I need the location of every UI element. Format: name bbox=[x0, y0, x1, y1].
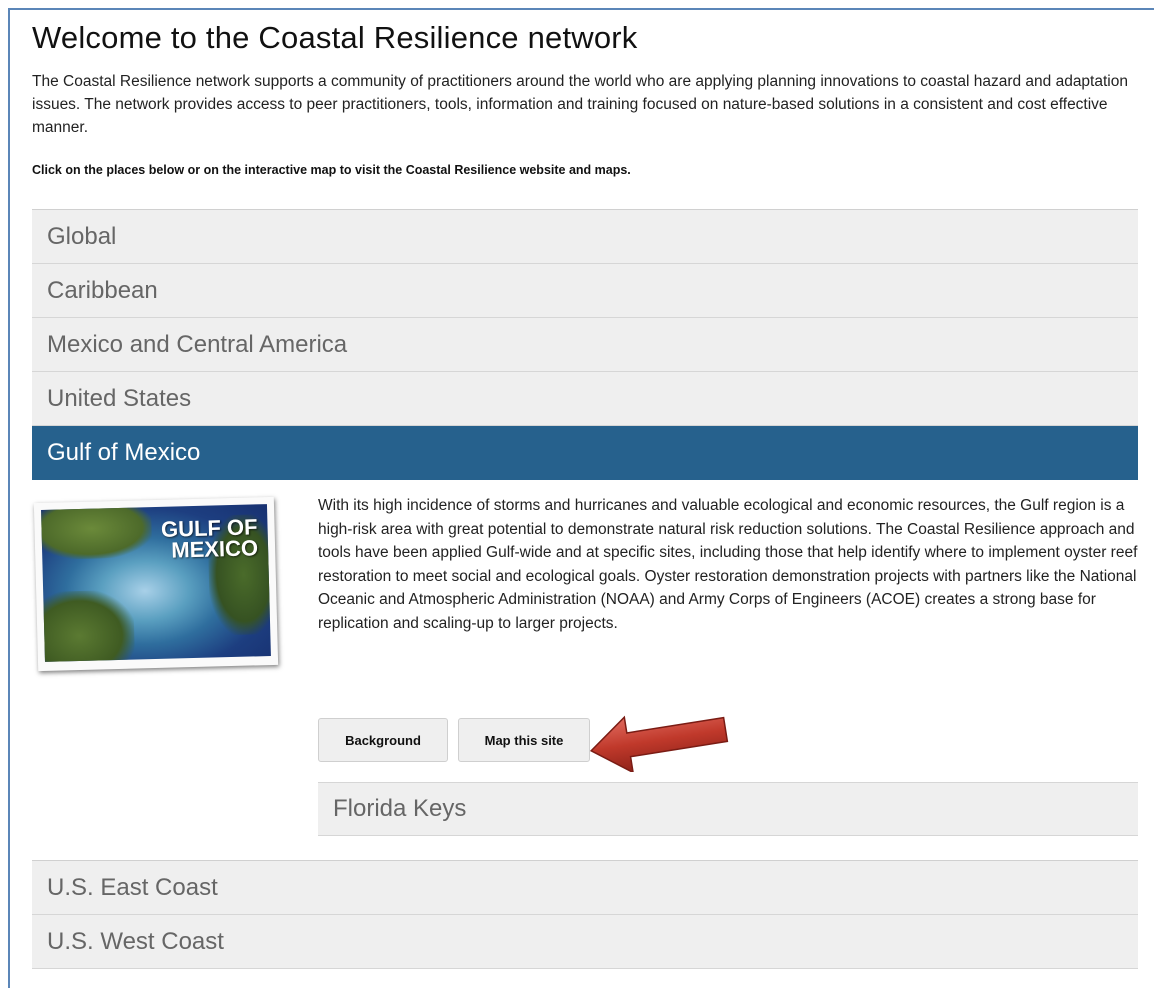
gulf-satellite-map: GULF OF MEXICO bbox=[41, 504, 271, 662]
background-button[interactable]: Background bbox=[318, 718, 448, 762]
accordion-item-global[interactable]: Global bbox=[32, 210, 1138, 264]
map-this-site-button[interactable]: Map this site bbox=[458, 718, 590, 762]
gulf-of-mexico-image: GULF OF MEXICO bbox=[33, 496, 279, 672]
accordion-item-us-west-coast[interactable]: U.S. West Coast bbox=[32, 915, 1138, 969]
red-arrow-icon bbox=[589, 715, 729, 772]
page-title: Welcome to the Coastal Resilience networ… bbox=[32, 20, 638, 55]
gulf-of-mexico-panel: GULF OF MEXICO With its high incidence o… bbox=[32, 480, 1138, 860]
places-accordion: Global Caribbean Mexico and Central Amer… bbox=[32, 209, 1138, 969]
instruction-text: Click on the places below or on the inte… bbox=[32, 163, 631, 177]
accordion-item-gulf-of-mexico[interactable]: Gulf of Mexico bbox=[32, 426, 1138, 480]
accordion-item-mexico-central-america[interactable]: Mexico and Central America bbox=[32, 318, 1138, 372]
region-description: With its high incidence of storms and hu… bbox=[318, 497, 1138, 632]
sub-item-florida-keys[interactable]: Florida Keys bbox=[318, 782, 1138, 836]
image-title: GULF OF MEXICO bbox=[160, 514, 259, 563]
accordion-item-united-states[interactable]: United States bbox=[32, 372, 1138, 426]
intro-text: The Coastal Resilience network supports … bbox=[32, 73, 1128, 136]
accordion-item-us-east-coast[interactable]: U.S. East Coast bbox=[32, 861, 1138, 915]
main-content: Welcome to the Coastal Resilience networ… bbox=[32, 20, 1138, 969]
accordion-item-caribbean[interactable]: Caribbean bbox=[32, 264, 1138, 318]
